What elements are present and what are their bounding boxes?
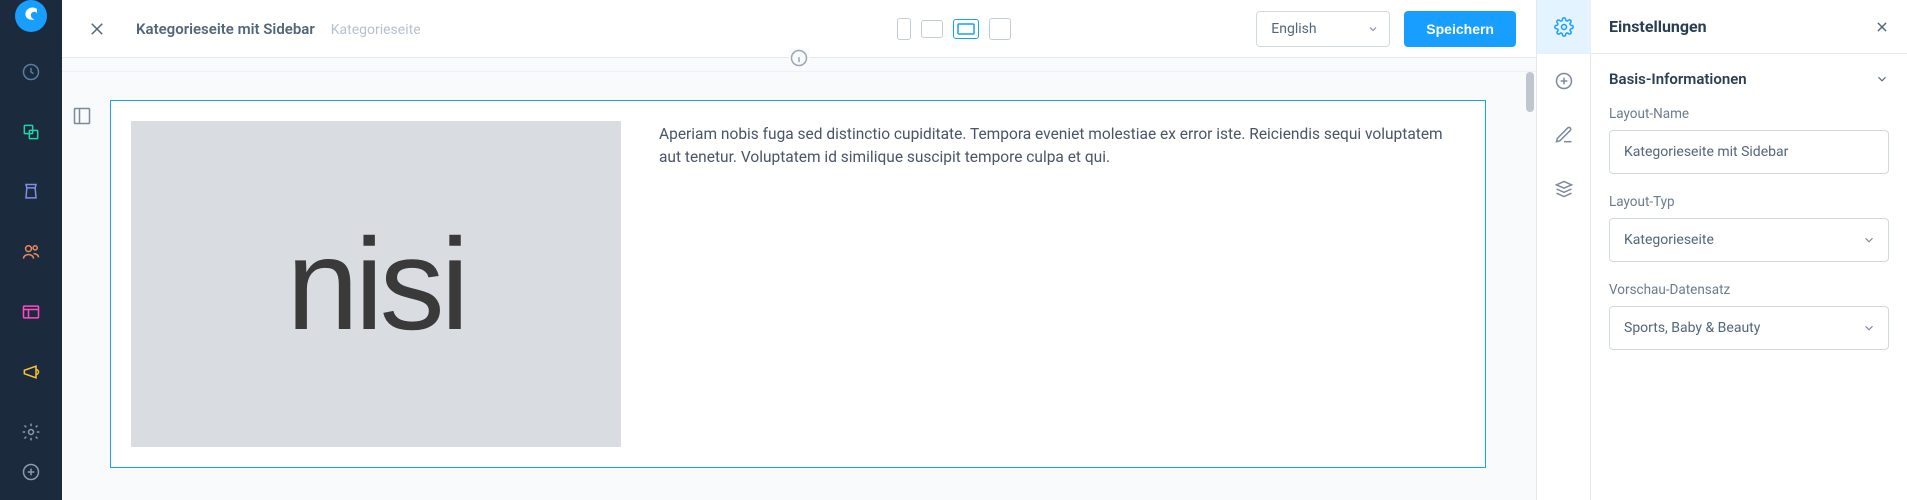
page-title: Kategorieseite mit Sidebar xyxy=(136,20,315,38)
settings-title: Einstellungen xyxy=(1609,17,1707,36)
rail-navigator-icon[interactable] xyxy=(1537,162,1591,216)
language-value: English xyxy=(1271,21,1316,37)
selected-section[interactable]: nisi Aperiam nobis fuga sed distinctio c… xyxy=(110,100,1486,468)
layout-type-select[interactable]: Kategorieseite xyxy=(1609,218,1889,262)
save-button[interactable]: Speichern xyxy=(1404,11,1516,47)
nav-add-icon[interactable] xyxy=(11,452,51,492)
content-column: Kategorieseite mit Sidebar Kategorieseit… xyxy=(62,0,1537,500)
rail-edit-icon[interactable] xyxy=(1537,108,1591,162)
tool-rail xyxy=(1537,0,1591,500)
text-block[interactable]: Aperiam nobis fuga sed distinctio cupidi… xyxy=(659,121,1465,447)
layout-name-label: Layout-Name xyxy=(1609,106,1889,122)
rail-add-block-icon[interactable] xyxy=(1537,54,1591,108)
settings-panel: Einstellungen Basis-Informationen Layout… xyxy=(1591,0,1907,500)
right-column: Einstellungen Basis-Informationen Layout… xyxy=(1537,0,1907,500)
image-placeholder-text: nisi xyxy=(286,209,465,359)
section-tool-icon[interactable] xyxy=(68,102,96,130)
page-subtitle: Kategorieseite xyxy=(331,22,421,38)
nav-catalog-icon[interactable] xyxy=(11,112,51,152)
scrollbar[interactable] xyxy=(1526,72,1534,112)
nav-orders-icon[interactable] xyxy=(11,172,51,212)
info-strip xyxy=(62,58,1536,72)
language-select[interactable]: English xyxy=(1256,11,1390,47)
viewport-desktop-icon[interactable] xyxy=(953,19,979,39)
nav-dashboard-icon[interactable] xyxy=(11,52,51,92)
image-block[interactable]: nisi xyxy=(131,121,621,447)
page-titles: Kategorieseite mit Sidebar Kategorieseit… xyxy=(136,20,421,38)
nav-content-icon[interactable] xyxy=(11,292,51,332)
brand-logo[interactable] xyxy=(0,0,62,32)
info-icon xyxy=(789,48,809,68)
main-navigation xyxy=(0,0,62,500)
viewport-mobile-icon[interactable] xyxy=(897,18,911,40)
collapse-basic-info[interactable]: Basis-Informationen xyxy=(1609,70,1889,88)
preview-dataset-label: Vorschau-Datensatz xyxy=(1609,282,1889,298)
viewport-switcher xyxy=(897,18,1011,40)
nav-settings-icon[interactable] xyxy=(11,412,51,452)
settings-close-icon[interactable] xyxy=(1875,20,1889,34)
preview-dataset-select[interactable]: Sports, Baby & Beauty xyxy=(1609,306,1889,350)
canvas-area: nisi Aperiam nobis fuga sed distinctio c… xyxy=(62,72,1536,500)
layout-type-label: Layout-Typ xyxy=(1609,194,1889,210)
layout-name-input[interactable]: Kategorieseite mit Sidebar xyxy=(1609,130,1889,174)
nav-customers-icon[interactable] xyxy=(11,232,51,272)
viewport-tablet-icon[interactable] xyxy=(921,20,943,38)
nav-marketing-icon[interactable] xyxy=(11,352,51,392)
close-button[interactable] xyxy=(82,14,112,44)
viewport-form-icon[interactable] xyxy=(989,18,1011,40)
rail-settings-icon[interactable] xyxy=(1537,0,1591,54)
